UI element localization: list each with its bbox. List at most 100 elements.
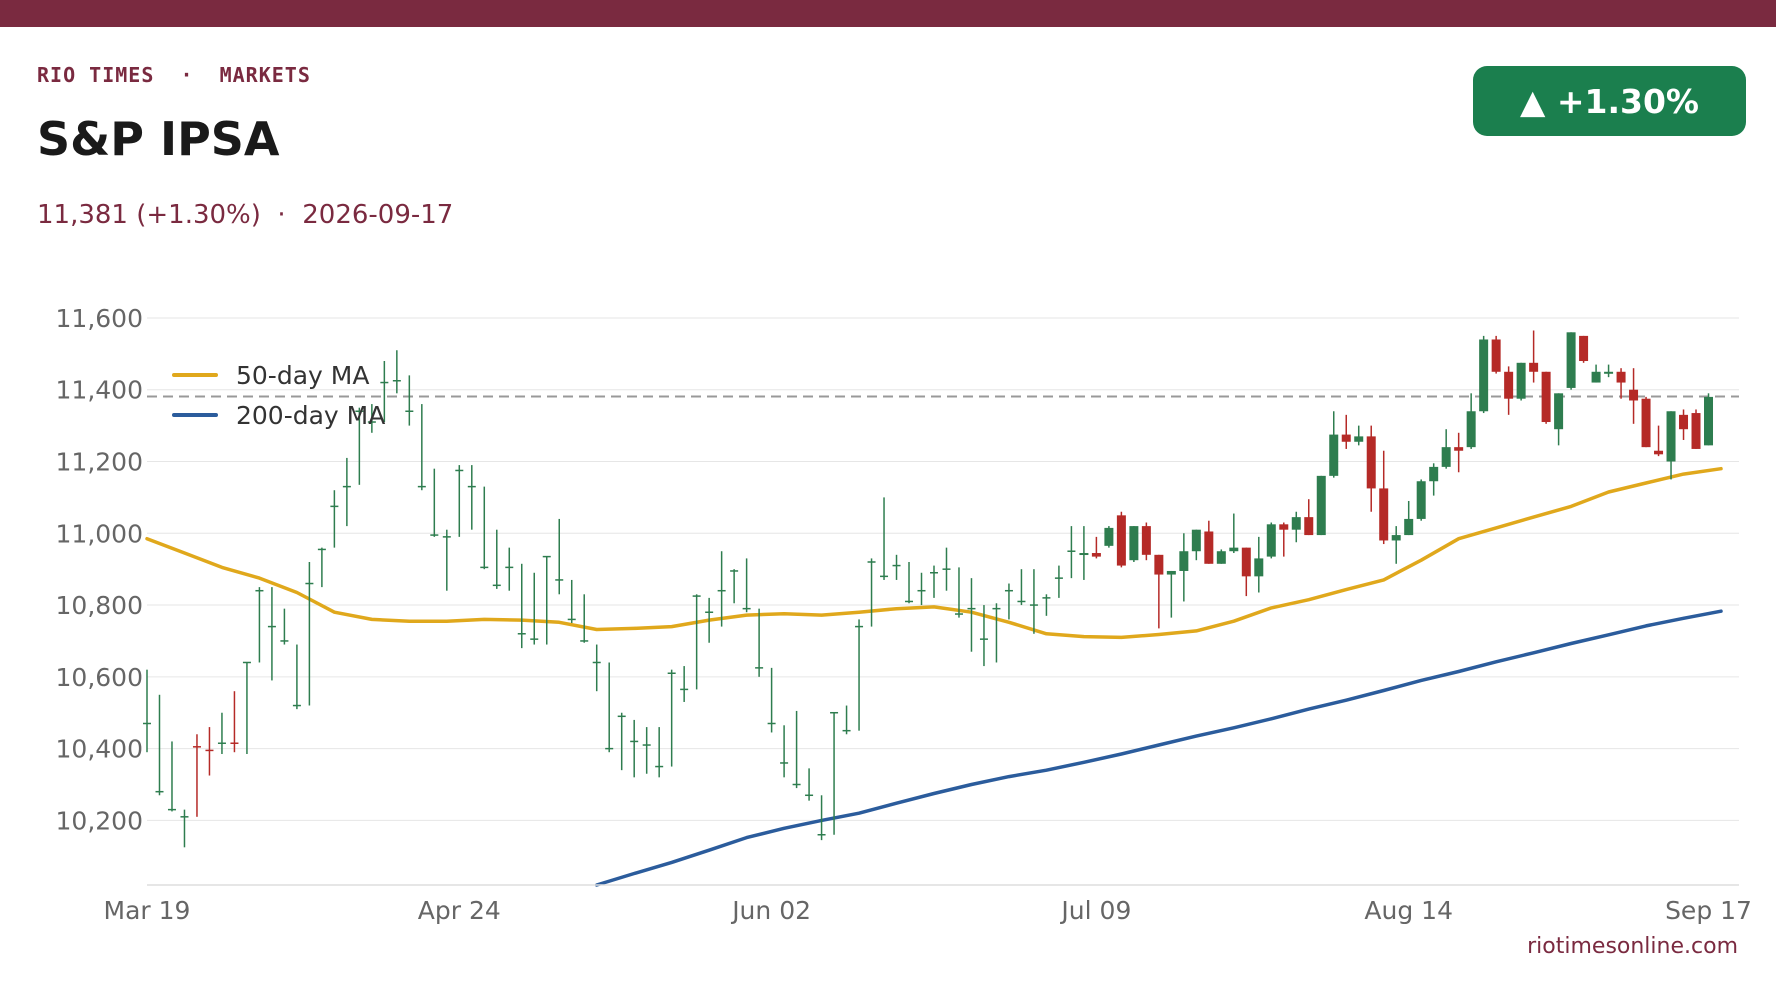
candle (1541, 371, 1551, 424)
candle (317, 547, 326, 588)
candle-body (1104, 527, 1114, 546)
candle-body (1229, 547, 1239, 552)
x-tick-label: Apr 24 (418, 896, 501, 925)
candle (280, 608, 289, 645)
candle (417, 404, 426, 491)
candle (392, 350, 401, 394)
candle (692, 594, 701, 690)
candle-body (1316, 475, 1326, 536)
candle (867, 558, 876, 627)
candle (930, 565, 938, 598)
legend-label-ma50: 50-day MA (236, 360, 370, 390)
candle (667, 669, 676, 767)
top-brand-bar (0, 0, 1776, 27)
candle (1241, 547, 1251, 597)
legend-swatch-ma200 (172, 413, 218, 417)
candle (717, 551, 726, 627)
candle (1579, 335, 1589, 363)
candle-body (1466, 411, 1476, 448)
ma200-line (594, 609, 1723, 887)
candle (1341, 414, 1351, 449)
ma50-line (145, 466, 1723, 640)
candle (1416, 479, 1426, 521)
candle-body (1179, 551, 1189, 571)
candle (542, 555, 551, 645)
candle (1116, 511, 1126, 568)
candle (642, 727, 651, 774)
candle-body (1604, 371, 1614, 374)
candle (1366, 425, 1376, 512)
candle (1091, 536, 1101, 559)
candle (405, 375, 414, 426)
candle (1504, 366, 1514, 415)
candle-body (1116, 515, 1126, 566)
candle (1141, 522, 1151, 561)
x-tick-label: Aug 14 (1364, 896, 1453, 925)
candle (1654, 425, 1664, 457)
candle (1704, 393, 1714, 446)
candle (1604, 364, 1614, 378)
page-title: S&P IPSA (37, 112, 280, 166)
candle-body (1479, 339, 1489, 412)
candle (1566, 332, 1576, 390)
x-tick-label: Jun 02 (730, 896, 811, 925)
candle (780, 725, 789, 778)
candle (967, 578, 976, 652)
candle-body (1166, 570, 1176, 575)
candle-body (1641, 398, 1651, 448)
candle-body (1404, 518, 1414, 536)
candle (1379, 450, 1389, 545)
candle (192, 734, 201, 817)
y-tick-label: 10,200 (56, 806, 143, 835)
candle (1629, 368, 1639, 424)
change-badge: ▲ +1.30% (1473, 66, 1746, 136)
candle (155, 694, 164, 796)
x-tick-label: Jul 09 (1059, 896, 1131, 925)
candle (1641, 396, 1651, 448)
candle-body (1091, 553, 1101, 557)
candle-body (1454, 447, 1464, 451)
section-kicker: RIO TIMES · MARKETS (37, 63, 311, 87)
candle (255, 587, 264, 663)
y-tick-label: 11,600 (56, 304, 143, 333)
candle (655, 727, 664, 778)
candle-body (1354, 436, 1364, 442)
candle-body (1266, 524, 1276, 557)
candle-body (1329, 434, 1339, 476)
x-tick-label: Sep 17 (1665, 896, 1752, 925)
candle (1391, 526, 1401, 564)
chart-legend: 50-day MA 200-day MA (172, 355, 385, 435)
candle (517, 563, 526, 649)
candle (730, 569, 739, 604)
candle (305, 561, 314, 706)
candle-body (1379, 488, 1389, 541)
candle-body (1366, 436, 1376, 489)
candle-body (1679, 414, 1689, 430)
candle (1691, 409, 1701, 449)
candle (242, 661, 251, 755)
candle (1516, 362, 1526, 401)
candle-body (1241, 547, 1251, 577)
candle (1067, 526, 1076, 579)
y-tick-label: 11,200 (56, 448, 143, 477)
candle-body (1554, 393, 1564, 430)
candle (1291, 511, 1301, 543)
candle (1254, 536, 1264, 593)
candle-body (1391, 535, 1401, 541)
candle-body (1191, 529, 1201, 552)
candle (1554, 393, 1564, 446)
y-tick-label: 11,400 (56, 376, 143, 405)
candle-body (1141, 526, 1151, 555)
candle-body (1691, 413, 1701, 449)
price-subtitle: 11,381 (+1.30%) · 2026-09-17 (37, 200, 454, 230)
candle-body (1566, 332, 1576, 388)
candle (505, 547, 514, 591)
candle-body (1516, 362, 1526, 399)
candle-body (1216, 551, 1226, 564)
candle (1054, 565, 1063, 598)
candle-body (1541, 371, 1551, 423)
y-tick-label: 10,400 (56, 735, 143, 764)
candle (567, 579, 576, 624)
candle (1591, 364, 1601, 383)
candle-body (1666, 411, 1676, 462)
